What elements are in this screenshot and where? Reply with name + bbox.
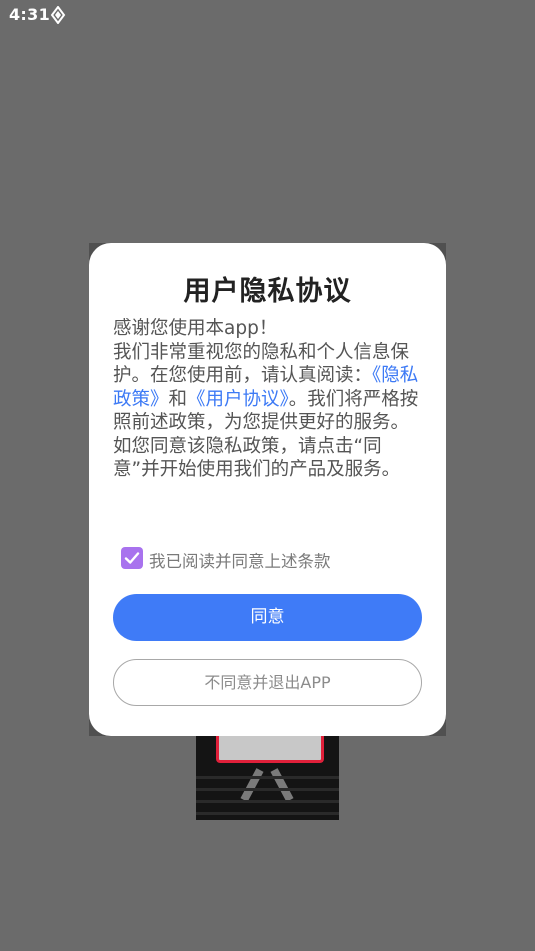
user-agreement-link[interactable]: 《用户协议》 bbox=[187, 389, 289, 410]
greeting-text: 感谢您使用本app！ bbox=[113, 318, 278, 339]
privacy-dialog: 用户隐私协议 感谢您使用本app！ 我们非常重视您的隐私和个人信息保护。在您使用… bbox=[89, 243, 446, 736]
dialog-body: 感谢您使用本app！ 我们非常重视您的隐私和个人信息保护。在您使用前，请认真阅读… bbox=[113, 317, 423, 482]
decline-exit-button[interactable]: 不同意并退出APP bbox=[113, 659, 422, 706]
agree-checkbox-label[interactable]: 我已阅读并同意上述条款 bbox=[149, 548, 331, 572]
status-time: 4:31 bbox=[9, 5, 50, 24]
app-notification-icon bbox=[50, 5, 66, 25]
policy-text-intro: 我们非常重视您的隐私和个人信息保护。在您使用前，请认真阅读： bbox=[113, 341, 410, 387]
policy-text: 我们非常重视您的隐私和个人信息保护。在您使用前，请认真阅读：《隐私政策》和《用户… bbox=[113, 341, 423, 482]
agree-button[interactable]: 同意 bbox=[113, 594, 422, 641]
conjunction-text: 和 bbox=[168, 388, 188, 410]
dialog-title: 用户隐私协议 bbox=[183, 276, 352, 307]
status-bar: 4:31 bbox=[0, 0, 535, 32]
agree-checkbox[interactable] bbox=[121, 547, 143, 569]
check-icon bbox=[124, 552, 140, 564]
background-splash-image bbox=[196, 730, 339, 820]
